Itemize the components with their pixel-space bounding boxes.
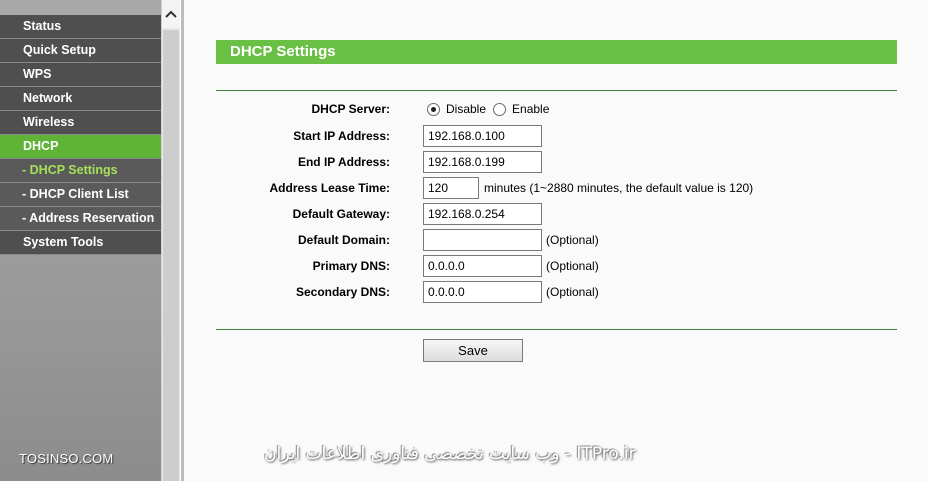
gateway-row: Default Gateway: xyxy=(216,203,897,225)
dhcp-enable-radio[interactable] xyxy=(493,102,507,116)
top-divider xyxy=(216,90,897,91)
start-ip-row: Start IP Address: xyxy=(216,125,897,147)
dhcp-enable-label[interactable]: Enable xyxy=(512,102,549,116)
dhcp-server-radio-group: Disable Enable xyxy=(427,98,556,120)
secondary-dns-input[interactable] xyxy=(423,281,542,303)
domain-label: Default Domain: xyxy=(297,233,390,247)
sidebar-item-dhcp[interactable]: DHCP xyxy=(0,135,161,159)
sidebar-item-address-reservation[interactable]: - Address Reservation xyxy=(0,207,161,231)
domain-input[interactable] xyxy=(423,229,542,251)
watermark-tosinso: TOSINSO.COM xyxy=(19,451,114,466)
secondary-dns-label: Secondary DNS: xyxy=(295,285,390,299)
main-content: DHCP Settings DHCP Server: Disable Enabl… xyxy=(184,0,928,481)
sidebar-item-dhcp-client-list[interactable]: - DHCP Client List xyxy=(0,183,161,207)
end-ip-row: End IP Address: xyxy=(216,151,897,173)
sidebar-menu: Status Quick Setup WPS Network Wireless … xyxy=(0,0,161,255)
sidebar-item-wps[interactable]: WPS xyxy=(0,63,161,87)
gateway-input[interactable] xyxy=(423,203,542,225)
primary-dns-input[interactable] xyxy=(423,255,542,277)
gateway-label: Default Gateway: xyxy=(292,207,390,221)
watermark-itpro: ITPro.ir - وب سایت تخصصی فناوری اطلاعات … xyxy=(264,444,636,464)
secondary-dns-optional-note: (Optional) xyxy=(546,285,599,299)
secondary-dns-row: Secondary DNS: (Optional) xyxy=(216,281,897,303)
primary-dns-label: Primary DNS: xyxy=(312,259,390,273)
scroll-up-button[interactable] xyxy=(162,0,180,28)
primary-dns-row: Primary DNS: (Optional) xyxy=(216,255,897,277)
end-ip-label: End IP Address: xyxy=(297,155,390,169)
dhcp-server-label: DHCP Server: xyxy=(311,102,390,116)
chevron-up-icon xyxy=(165,10,177,18)
end-ip-input[interactable] xyxy=(423,151,542,173)
sidebar-item-system-tools[interactable]: System Tools xyxy=(0,231,161,255)
sidebar-scrollbar[interactable] xyxy=(161,0,180,481)
save-button[interactable]: Save xyxy=(423,339,523,362)
scrollbar-thumb[interactable] xyxy=(163,30,179,481)
sidebar-item-wireless[interactable]: Wireless xyxy=(0,111,161,135)
lease-time-row: Address Lease Time: minutes (1~2880 minu… xyxy=(216,177,897,199)
lease-time-note: minutes (1~2880 minutes, the default val… xyxy=(484,181,754,195)
start-ip-label: Start IP Address: xyxy=(293,129,390,143)
domain-row: Default Domain: (Optional) xyxy=(216,229,897,251)
lease-time-label: Address Lease Time: xyxy=(269,181,391,195)
sidebar-item-dhcp-settings[interactable]: - DHCP Settings xyxy=(0,159,161,183)
start-ip-input[interactable] xyxy=(423,125,542,147)
sidebar-item-status[interactable]: Status xyxy=(0,15,161,39)
primary-dns-optional-note: (Optional) xyxy=(546,259,599,273)
sidebar: Status Quick Setup WPS Network Wireless … xyxy=(0,0,161,481)
sidebar-item-quick-setup[interactable]: Quick Setup xyxy=(0,39,161,63)
lease-time-input[interactable] xyxy=(423,177,479,199)
page-title: DHCP Settings xyxy=(216,40,897,64)
bottom-divider xyxy=(216,329,897,330)
dhcp-disable-label[interactable]: Disable xyxy=(446,102,486,116)
dhcp-server-row: DHCP Server: Disable Enable xyxy=(216,98,897,120)
domain-optional-note: (Optional) xyxy=(546,233,599,247)
dhcp-disable-radio[interactable] xyxy=(427,102,440,116)
sidebar-item-network[interactable]: Network xyxy=(0,87,161,111)
